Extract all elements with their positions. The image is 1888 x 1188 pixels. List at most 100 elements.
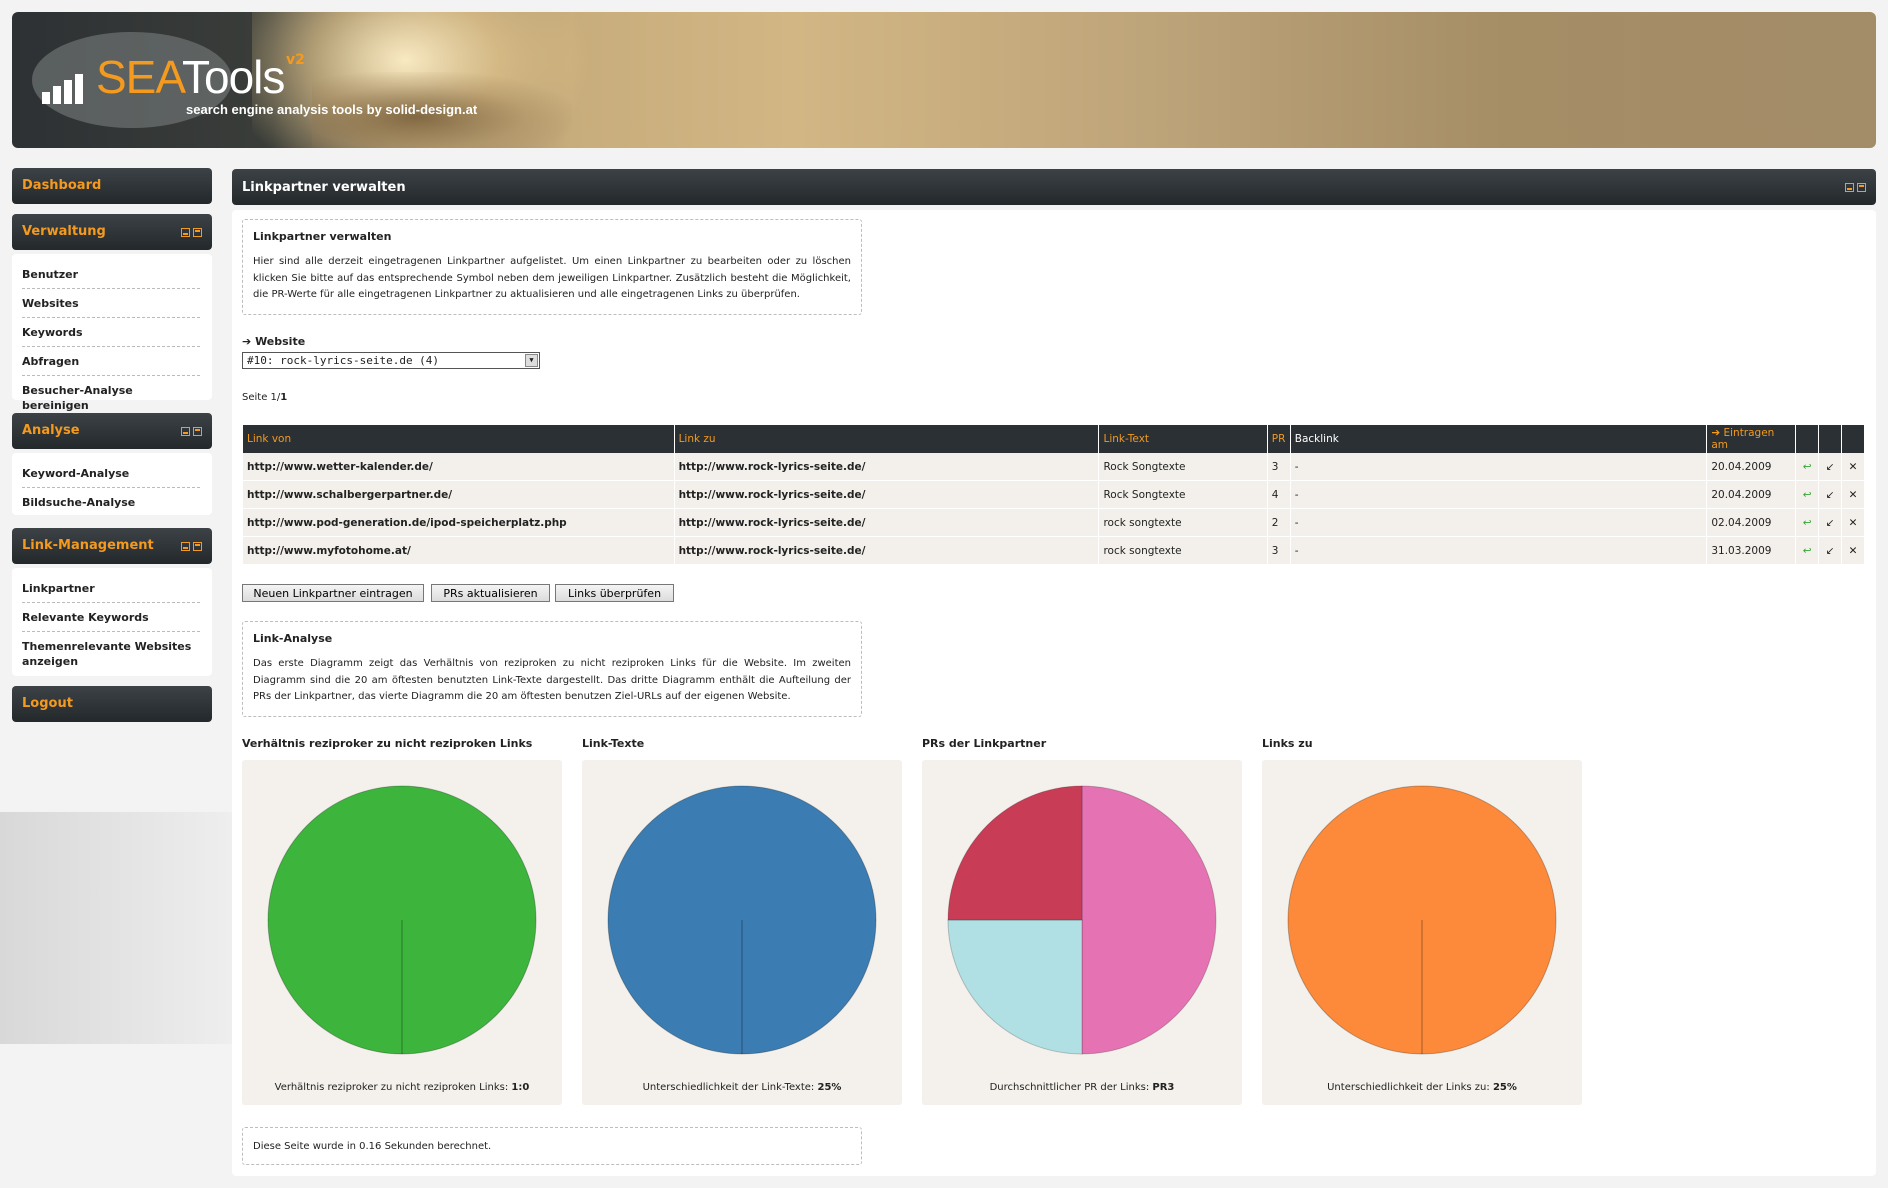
chart-caption-value: 1:0 [511, 1082, 530, 1093]
update-pr-button[interactable]: PRs aktualisieren [431, 584, 550, 602]
delete-icon[interactable]: ✕ [1842, 537, 1864, 565]
edit-icon[interactable]: ↙ [1819, 453, 1842, 481]
sidebar-section-link-management[interactable]: Link-Management [12, 528, 212, 564]
pie-chart [267, 785, 537, 1055]
sidebar-logout[interactable]: Logout [12, 686, 212, 722]
chart-caption-value: 25% [1492, 1082, 1517, 1093]
edit-icon[interactable]: ↙ [1819, 537, 1842, 565]
sidebar-item-abfragen[interactable]: Abfragen [22, 347, 200, 376]
chart-title: PRs der Linkpartner [922, 737, 1047, 750]
chart-caption: Durchschnittlicher PR der Links: PR3 [922, 1082, 1242, 1093]
cell-link-zu[interactable]: http://www.rock-lyrics-seite.de/ [674, 509, 1099, 537]
cell-date: 20.04.2009 [1707, 481, 1796, 509]
section-controls [178, 425, 202, 440]
logo-version: v2 [286, 52, 305, 68]
check-links-button[interactable]: Links überprüfen [555, 584, 674, 602]
cell-link-von[interactable]: http://www.wetter-kalender.de/ [243, 453, 674, 481]
edit-icon[interactable]: ↙ [1819, 481, 1842, 509]
maximize-icon[interactable] [193, 228, 202, 237]
sidebar-menu-link-management: Linkpartner Relevante Keywords Themenrel… [12, 568, 212, 676]
chart-caption-label: Unterschiedlichkeit der Links zu: [1327, 1082, 1490, 1093]
page-label: Seite 1/ [242, 392, 281, 403]
col-header-link-zu[interactable]: Link zu [674, 425, 1099, 453]
cell-pr: 4 [1267, 481, 1290, 509]
delete-icon[interactable]: ✕ [1842, 481, 1864, 509]
analysis-box: Link-Analyse Das erste Diagramm zeigt da… [242, 621, 862, 717]
website-label-text: Website [255, 335, 306, 348]
sidebar-shade [0, 812, 232, 1044]
maximize-icon[interactable] [193, 542, 202, 551]
logo-bars-icon [42, 68, 86, 104]
cell-link-zu[interactable]: http://www.rock-lyrics-seite.de/ [674, 481, 1099, 509]
logo-sea: SEA [96, 51, 186, 103]
sidebar-item-benutzer[interactable]: Benutzer [22, 260, 200, 289]
arrow-right-icon: ➔ [242, 335, 252, 348]
minimize-icon[interactable] [181, 427, 190, 436]
cell-link-von[interactable]: http://www.myfotohome.at/ [243, 537, 674, 565]
section-controls [178, 540, 202, 555]
chart-caption: Verhältnis reziproker zu nicht reziproke… [242, 1082, 562, 1093]
chart-title: Links zu [1262, 737, 1313, 750]
cell-link-zu[interactable]: http://www.rock-lyrics-seite.de/ [674, 453, 1099, 481]
maximize-icon[interactable] [1857, 183, 1866, 192]
sidebar-item-keywords[interactable]: Keywords [22, 318, 200, 347]
cell-backlink: - [1290, 537, 1707, 565]
col-header-action-1 [1796, 425, 1819, 453]
minimize-icon[interactable] [1845, 183, 1854, 192]
col-header-link-von[interactable]: Link von [243, 425, 674, 453]
delete-icon[interactable]: ✕ [1842, 453, 1864, 481]
logo-tools: Tools [182, 51, 285, 103]
cell-link-text: Rock Songtexte [1099, 453, 1267, 481]
render-time-text: Diese Seite wurde in 0.16 Sekunden berec… [253, 1141, 492, 1152]
cell-link-text: rock songtexte [1099, 509, 1267, 537]
sidebar-section-analyse[interactable]: Analyse [12, 413, 212, 449]
sidebar-item-themenrelevante-websites[interactable]: Themenrelevante Websites anzeigen [22, 632, 200, 675]
sidebar-item-linkpartner[interactable]: Linkpartner [22, 574, 200, 603]
new-linkpartner-button[interactable]: Neuen Linkpartner eintragen [242, 584, 424, 602]
cell-backlink: - [1290, 509, 1707, 537]
sidebar-item-relevante-keywords[interactable]: Relevante Keywords [22, 603, 200, 632]
refresh-icon[interactable]: ↩ [1796, 509, 1819, 537]
minimize-icon[interactable] [181, 542, 190, 551]
arrow-right-icon: ➔ [1711, 427, 1724, 439]
section-controls [178, 226, 202, 241]
dropdown-arrow-icon[interactable]: ▼ [525, 354, 538, 367]
analysis-text: Das erste Diagramm zeigt das Verhältnis … [253, 658, 851, 702]
delete-icon[interactable]: ✕ [1842, 509, 1864, 537]
cell-link-zu[interactable]: http://www.rock-lyrics-seite.de/ [674, 537, 1099, 565]
chart-caption: Unterschiedlichkeit der Link-Texte: 25% [582, 1082, 902, 1093]
cell-pr: 3 [1267, 453, 1290, 481]
edit-icon[interactable]: ↙ [1819, 509, 1842, 537]
col-header-action-2 [1819, 425, 1842, 453]
minimize-icon[interactable] [181, 228, 190, 237]
sidebar-item-websites[interactable]: Websites [22, 289, 200, 318]
cell-link-text: rock songtexte [1099, 537, 1267, 565]
col-header-eintragen-am[interactable]: ➔ Eintragen am [1707, 425, 1796, 453]
sidebar-section-verwaltung[interactable]: Verwaltung [12, 214, 212, 250]
analysis-title: Link-Analyse [253, 632, 333, 645]
website-select-value: #10: rock-lyrics-seite.de (4) [247, 354, 440, 367]
refresh-icon[interactable]: ↩ [1796, 453, 1819, 481]
chart-caption-label: Verhältnis reziproker zu nicht reziproke… [274, 1082, 509, 1093]
col-header-backlink[interactable]: Backlink [1290, 425, 1707, 453]
header-banner: SEA Tools v2 search engine analysis tool… [12, 12, 1876, 148]
cell-link-von[interactable]: http://www.pod-generation.de/ipod-speich… [243, 509, 674, 537]
sidebar-item-keyword-analyse[interactable]: Keyword-Analyse [22, 459, 200, 488]
website-label: ➔ Website [242, 335, 305, 348]
sidebar-item-bildsuche-analyse[interactable]: Bildsuche-Analyse [22, 488, 200, 516]
sidebar-dashboard[interactable]: Dashboard [12, 168, 212, 204]
col-header-pr[interactable]: PR [1267, 425, 1290, 453]
cell-link-von[interactable]: http://www.schalbergerpartner.de/ [243, 481, 674, 509]
chart-panel-prs: Durchschnittlicher PR der Links: PR3 [922, 760, 1242, 1105]
website-select[interactable]: #10: rock-lyrics-seite.de (4) ▼ [242, 352, 540, 369]
table-row: http://www.myfotohome.at/ http://www.roc… [243, 537, 1864, 565]
chart-caption-value: PR3 [1152, 1082, 1175, 1093]
table-header-row: Link von Link zu Link-Text PR Backlink ➔… [243, 425, 1864, 453]
sidebar-section-title: Verwaltung [22, 224, 106, 239]
maximize-icon[interactable] [193, 427, 202, 436]
page-title: Linkpartner verwalten [242, 180, 406, 195]
col-header-link-text[interactable]: Link-Text [1099, 425, 1267, 453]
refresh-icon[interactable]: ↩ [1796, 537, 1819, 565]
chart-caption-label: Unterschiedlichkeit der Link-Texte: [642, 1082, 815, 1093]
refresh-icon[interactable]: ↩ [1796, 481, 1819, 509]
